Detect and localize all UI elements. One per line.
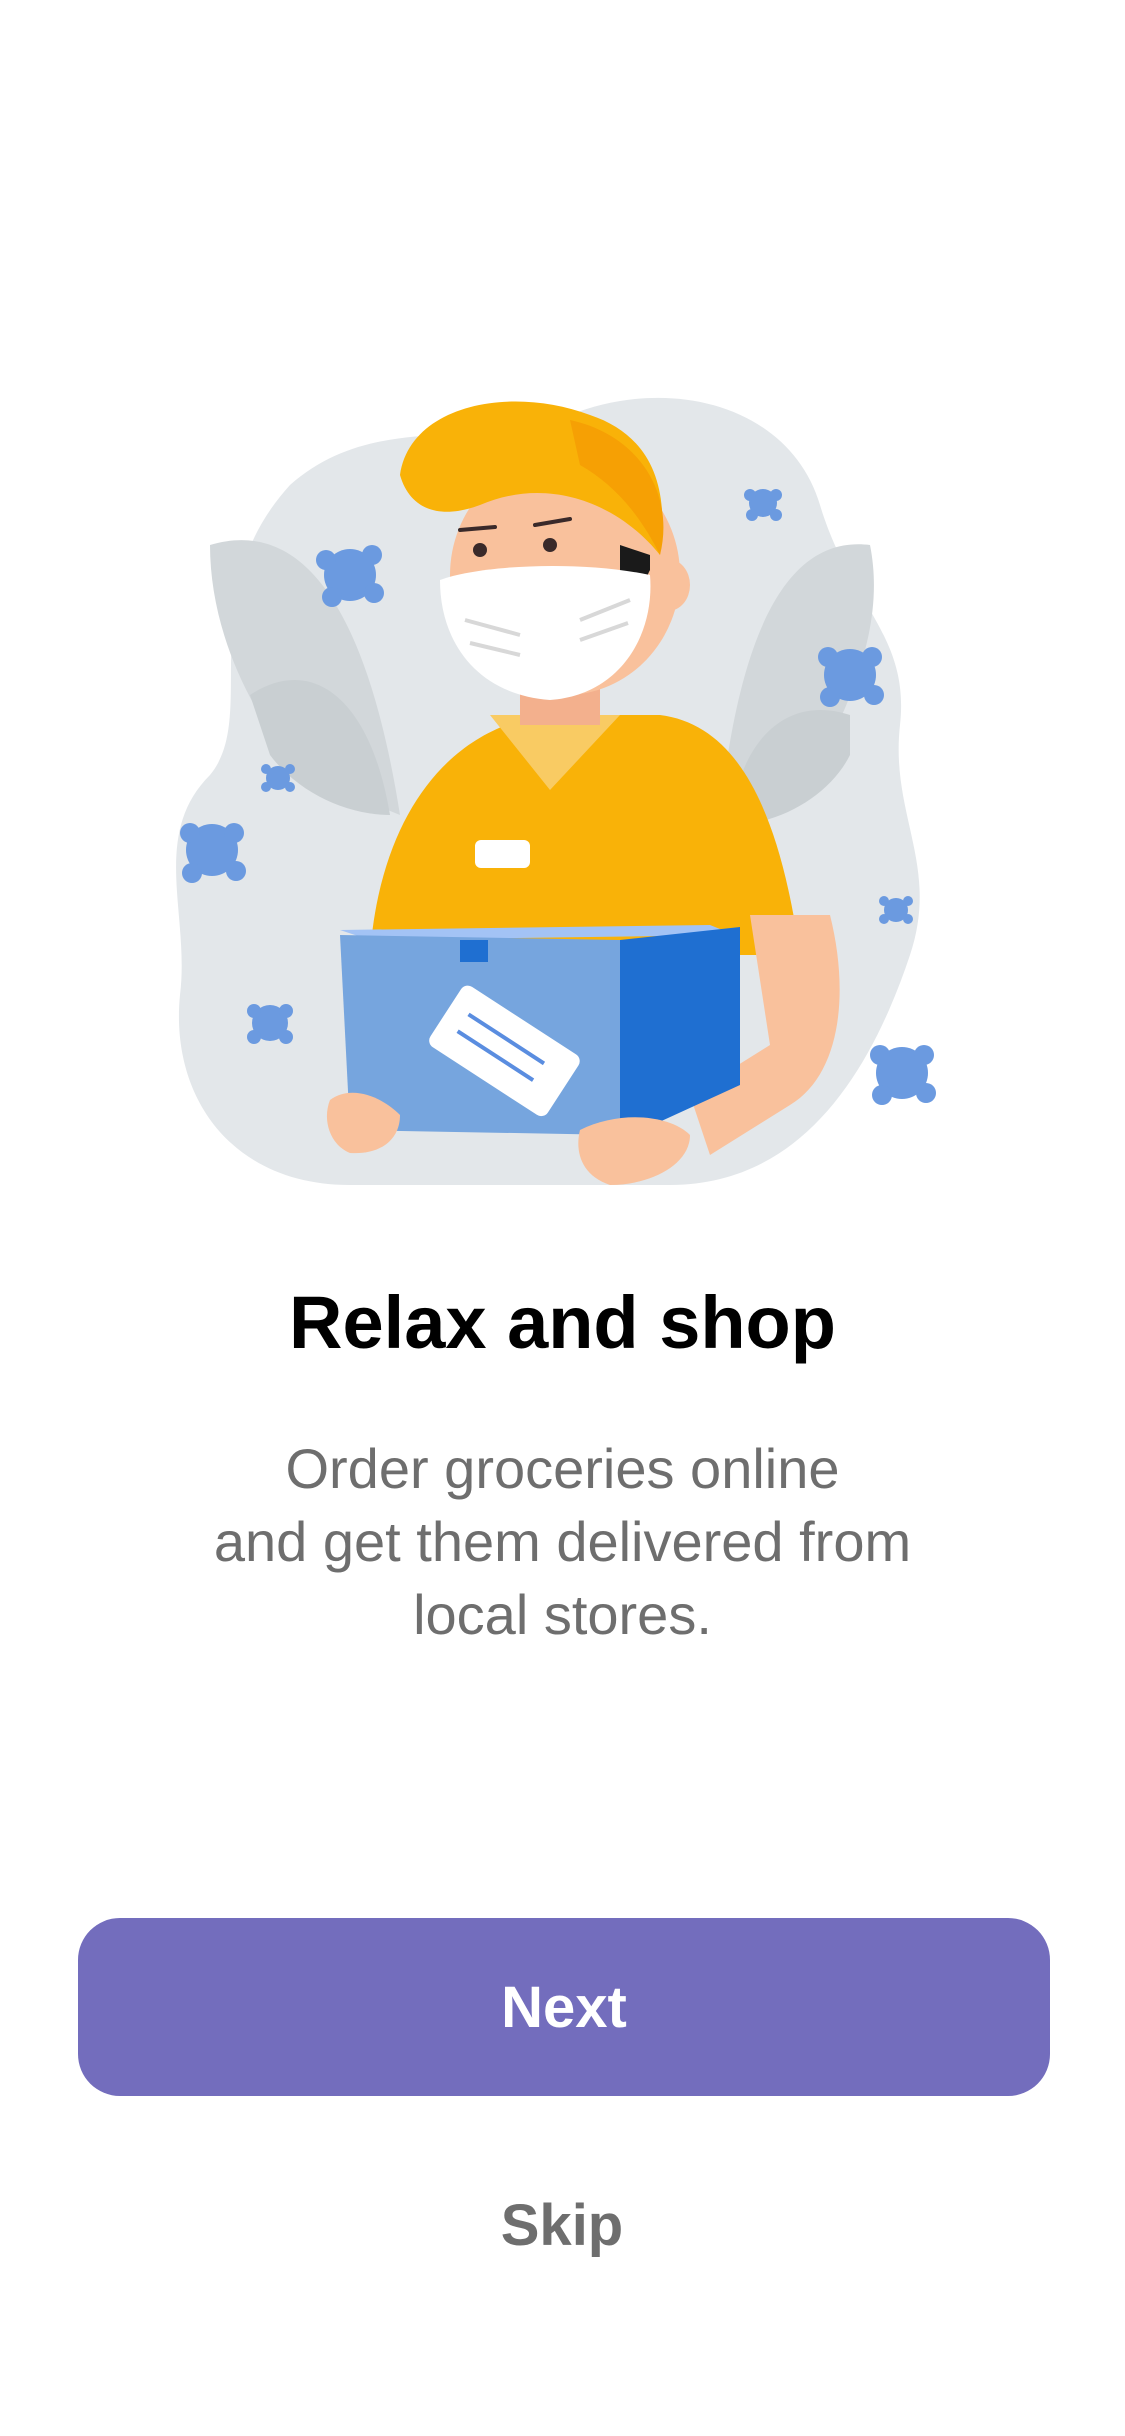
subtitle-line: and get them delivered from: [213, 1510, 912, 1573]
skip-button[interactable]: Skip: [412, 2170, 712, 2280]
onboarding-subtitle: Order groceries online and get them deli…: [140, 1432, 985, 1651]
delivery-person-illustration: [150, 395, 970, 1205]
subtitle-line: Order groceries online: [285, 1437, 840, 1500]
subtitle-line: local stores.: [413, 1583, 712, 1646]
onboarding-title: Relax and shop: [289, 1281, 836, 1364]
next-button[interactable]: Next: [78, 1918, 1050, 2096]
